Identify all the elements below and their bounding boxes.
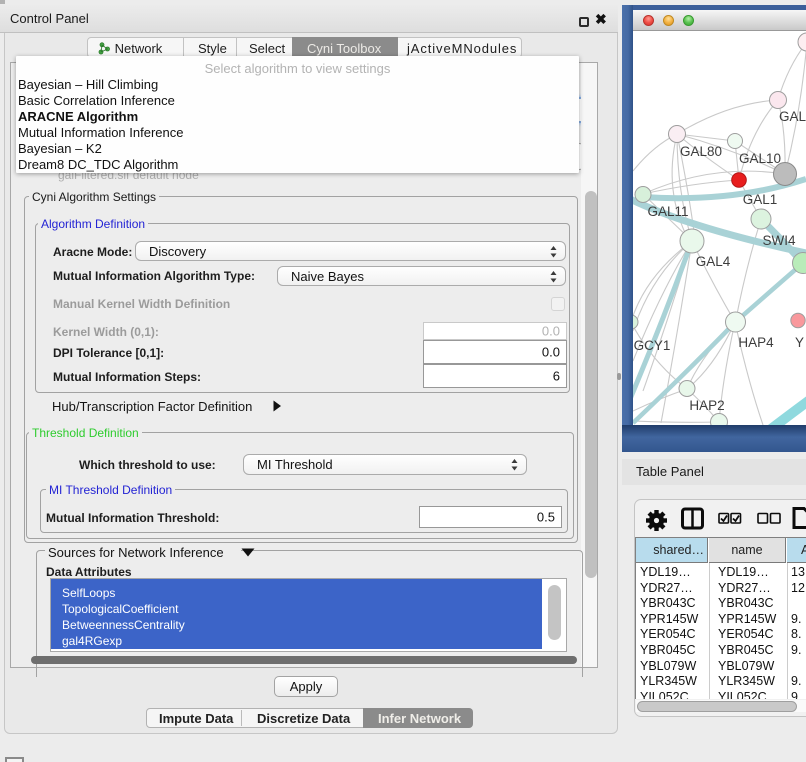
svg-text:HAP2: HAP2: [689, 398, 724, 413]
svg-text:Y: Y: [795, 335, 804, 350]
svg-text:SWI4: SWI4: [762, 233, 795, 248]
svg-text:HAP4: HAP4: [738, 335, 774, 350]
svg-text:GAL4: GAL4: [696, 254, 731, 269]
svg-text:GAL: GAL: [779, 109, 806, 124]
svg-text:GAL10: GAL10: [739, 151, 781, 166]
svg-text:GAL80: GAL80: [680, 144, 722, 159]
svg-text:GAL11: GAL11: [647, 204, 688, 219]
svg-text:GAL1: GAL1: [743, 192, 778, 207]
svg-text:GCY1: GCY1: [634, 338, 671, 353]
